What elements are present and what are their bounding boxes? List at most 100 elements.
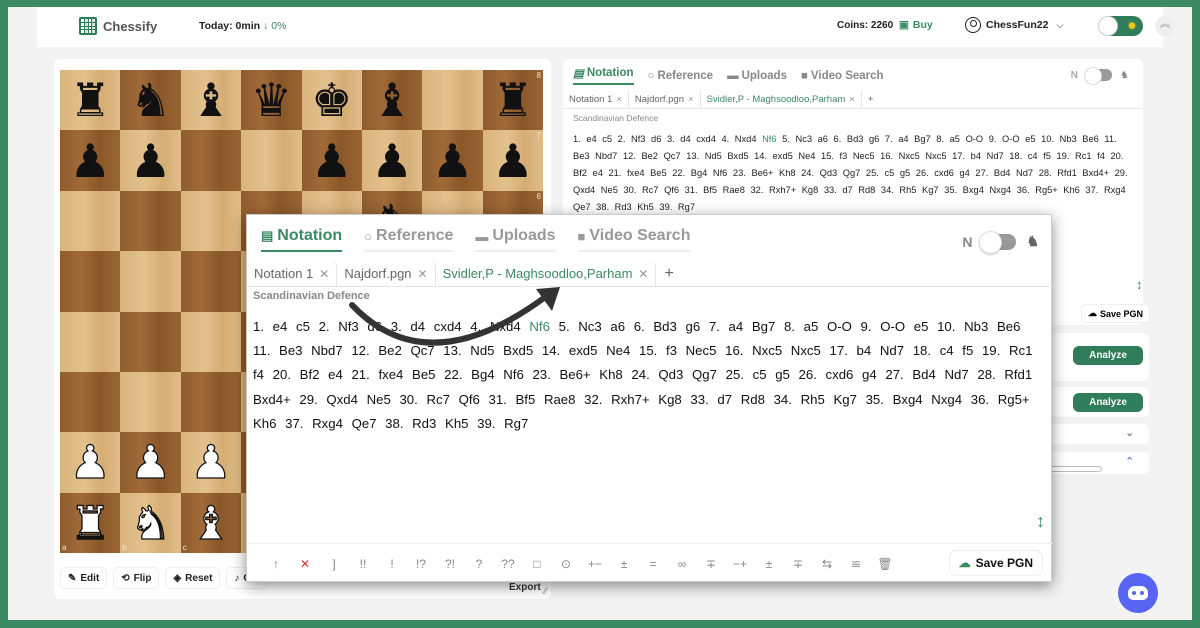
tab-video-search[interactable]: ■ Video Search xyxy=(801,66,884,85)
square-e7[interactable]: ♟ xyxy=(301,130,362,191)
file-tab-najdorf[interactable]: Najdorf.pgn × xyxy=(629,91,701,108)
file-tab-notation-1[interactable]: Notation 1 × xyxy=(563,91,629,108)
white-pawn-piece[interactable]: ♟ xyxy=(190,439,233,486)
save-pgn-button[interactable]: ☁ Save PGN xyxy=(1081,304,1151,323)
square-c5[interactable] xyxy=(180,251,242,312)
close-icon[interactable]: × xyxy=(688,94,694,105)
square-b1[interactable]: ♞ b xyxy=(120,492,181,553)
toggle-switch[interactable] xyxy=(1084,67,1113,85)
square-c3[interactable] xyxy=(180,371,242,433)
black-bishop-piece[interactable]: ♝ xyxy=(371,77,412,123)
current-move[interactable]: Nf6 xyxy=(762,134,776,144)
square-g8[interactable] xyxy=(422,70,483,131)
annotation-tool-5[interactable]: !? xyxy=(408,557,434,571)
black-pawn-piece[interactable]: ♟ xyxy=(70,138,111,184)
annotation-tool-11[interactable]: +− xyxy=(582,557,608,571)
tab-notation[interactable]: ▤ Notation xyxy=(573,66,634,85)
white-pawn-piece[interactable]: ♟ xyxy=(129,439,172,486)
notation-style-toggle[interactable]: N ♞ xyxy=(962,230,1039,254)
resize-vertical-icon[interactable]: ↕ xyxy=(1036,511,1045,532)
square-g7[interactable]: ♟ xyxy=(422,130,483,191)
annotation-tool-15[interactable]: ∓ xyxy=(698,557,724,571)
discord-button[interactable] xyxy=(1118,573,1158,613)
square-h8[interactable]: ♜ 8 xyxy=(482,70,543,131)
flip-button[interactable]: ⟲ Flip xyxy=(113,567,160,589)
toggle-switch[interactable] xyxy=(979,230,1017,254)
logo[interactable]: Chessify xyxy=(79,17,157,35)
black-bishop-piece[interactable]: ♝ xyxy=(190,77,231,123)
theme-toggle[interactable]: ✹ xyxy=(1098,16,1143,36)
annotation-tool-7[interactable]: ? xyxy=(466,557,492,571)
add-tab-button[interactable]: + xyxy=(656,261,681,286)
annotation-tool-9[interactable]: □ xyxy=(524,557,550,571)
annotation-tool-18[interactable]: ∓ xyxy=(785,557,811,571)
collapse-header-button[interactable]: ︽ xyxy=(1155,16,1175,36)
annotation-tool-17[interactable]: ± xyxy=(756,557,782,571)
tab-uploads[interactable]: ▬ Uploads xyxy=(727,66,787,85)
close-icon[interactable]: ✕ xyxy=(638,267,648,281)
square-c7[interactable] xyxy=(180,130,242,191)
black-pawn-piece[interactable]: ♟ xyxy=(492,138,533,184)
tab-reference[interactable]: ○ Reference xyxy=(648,66,714,85)
save-pgn-button[interactable]: ☁ Save PGN xyxy=(948,550,1043,576)
close-icon[interactable]: ✕ xyxy=(319,267,329,281)
annotation-tool-3[interactable]: !! xyxy=(350,557,376,571)
tab-video-search[interactable]: ■ Video Search xyxy=(577,227,691,252)
black-pawn-piece[interactable]: ♟ xyxy=(432,138,473,184)
square-b5[interactable] xyxy=(120,251,181,312)
annotation-tool-13[interactable]: = xyxy=(640,557,666,571)
tab-notation[interactable]: ▤ Notation xyxy=(261,227,343,252)
white-bishop-piece[interactable]: ♝ xyxy=(190,499,233,546)
square-b4[interactable] xyxy=(120,311,181,372)
black-queen-piece[interactable]: ♛ xyxy=(251,77,292,123)
black-rook-piece[interactable]: ♜ xyxy=(70,77,111,123)
analyze-button[interactable]: Analyze xyxy=(1073,346,1143,365)
close-icon[interactable]: ✕ xyxy=(418,267,428,281)
annotation-tool-20[interactable]: ≌ xyxy=(843,557,869,571)
chevron-down-icon[interactable]: ⌄ xyxy=(1125,426,1134,439)
annotation-tool-8[interactable]: ?? xyxy=(495,557,521,571)
annotation-tool-4[interactable]: ! xyxy=(379,557,405,571)
reset-button[interactable]: ◈ Reset xyxy=(165,567,221,589)
square-e8[interactable]: ♚ xyxy=(301,70,362,131)
annotation-tool-14[interactable]: ∞ xyxy=(669,557,695,571)
square-b2[interactable]: ♟ xyxy=(120,432,181,493)
black-pawn-piece[interactable]: ♟ xyxy=(311,138,352,184)
square-d7[interactable] xyxy=(241,130,302,191)
tab-uploads[interactable]: ▬ Uploads xyxy=(475,227,556,252)
file-tab-svidler[interactable]: Svidler,P - Maghsoodloo,Parham ✕ xyxy=(436,261,657,286)
square-a1[interactable]: ♜ a xyxy=(60,492,121,553)
file-tab-najdorf[interactable]: Najdorf.pgn ✕ xyxy=(337,261,436,286)
square-f8[interactable]: ♝ xyxy=(361,70,423,131)
square-a2[interactable]: ♟ xyxy=(60,432,121,493)
square-b3[interactable] xyxy=(120,371,181,433)
annotation-tool-19[interactable]: ⇆ xyxy=(814,557,840,571)
square-a6[interactable] xyxy=(60,190,121,252)
resize-grip-icon[interactable]: ⁄⁄ xyxy=(544,586,547,596)
square-a3[interactable] xyxy=(60,371,121,433)
black-knight-piece[interactable]: ♞ xyxy=(130,77,171,123)
edit-button[interactable]: ✎ Edit xyxy=(60,567,108,589)
square-c6[interactable] xyxy=(180,190,242,252)
slider[interactable] xyxy=(1046,466,1102,472)
square-c8[interactable]: ♝ xyxy=(180,70,242,131)
white-rook-piece[interactable]: ♜ xyxy=(69,499,112,546)
square-b8[interactable]: ♞ xyxy=(120,70,181,131)
tab-reference[interactable]: ○ Reference xyxy=(364,227,454,252)
square-a5[interactable] xyxy=(60,251,121,312)
current-move[interactable]: Nf6 xyxy=(529,319,550,334)
square-b6[interactable] xyxy=(120,190,181,252)
square-a8[interactable]: ♜ xyxy=(60,70,121,131)
square-c2[interactable]: ♟ xyxy=(180,432,242,493)
black-rook-piece[interactable]: ♜ xyxy=(492,77,533,123)
square-c4[interactable] xyxy=(180,311,242,372)
move-list[interactable]: 1. e4 c5 2. Nf3 d6 3. d4 cxd4 4. Nxd4 Nf… xyxy=(573,131,1138,216)
annotation-tool-16[interactable]: −+ xyxy=(727,557,753,571)
annotation-tool-10[interactable]: ⊙ xyxy=(553,557,579,571)
file-tab-notation-1[interactable]: Notation 1 ✕ xyxy=(247,261,338,286)
close-icon[interactable]: × xyxy=(616,94,622,105)
square-a4[interactable] xyxy=(60,311,121,372)
black-pawn-piece[interactable]: ♟ xyxy=(130,138,171,184)
resize-vertical-icon[interactable]: ↕ xyxy=(1136,277,1143,292)
annotation-tool-2[interactable]: ] xyxy=(321,557,347,571)
